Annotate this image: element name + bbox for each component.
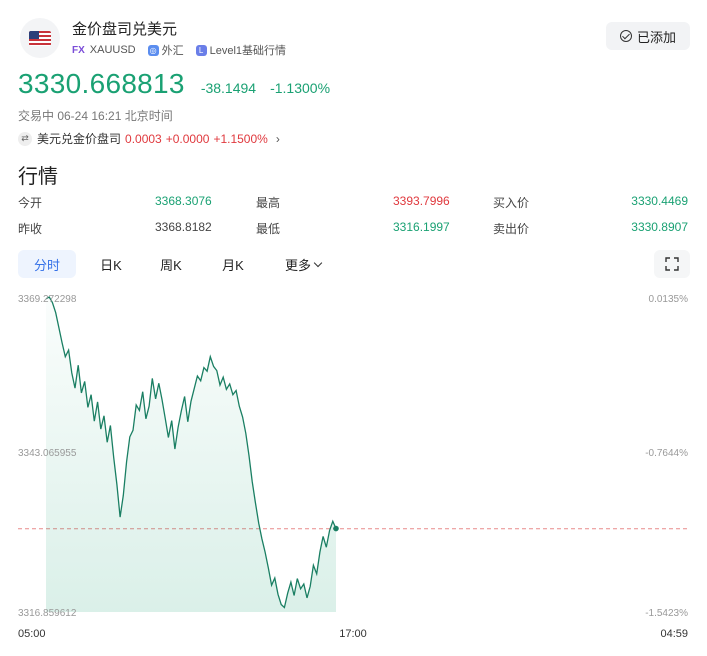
currency-flag-icon [20,18,60,58]
x-label-end: 04:59 [660,628,688,640]
related-change: +0.0000 [165,131,210,146]
x-label-mid: 17:00 [339,628,367,640]
price-area [46,297,336,612]
tab-daily-k[interactable]: 日K [88,250,134,278]
last-price: 3330.668813 [18,68,185,99]
x-label-start: 05:00 [18,628,46,640]
instrument-header: 金价盘司兑美元 FX XAUUSD ◎ 外汇 L Level1基础行情 已添加 [18,14,690,60]
price-change-percent: -1.1300% [270,80,331,96]
tab-intraday[interactable]: 分时 [18,250,76,278]
y-pct-mid: -0.7644% [645,448,688,459]
high-label: 最高 [256,196,281,210]
market-label: 外汇 [161,45,184,57]
fullscreen-button[interactable] [654,250,690,278]
trading-status: 交易中 06-24 16:21 北京时间 [18,109,173,123]
market-icon: ◎ [147,44,159,56]
high-value: 3393.7996 [393,194,450,208]
related-change-percent: +1.1500% [213,131,268,146]
fx-badge: FX [72,44,85,56]
price-row: 3330.668813 -38.1494 -1.1300% [18,68,330,100]
intraday-chart[interactable]: 3369.272298 3343.065955 3316.859612 0.01… [0,286,707,644]
chevron-down-icon [313,258,323,267]
price-change: -38.1494 [200,80,257,96]
open-value: 3368.3076 [155,194,212,208]
bid-label: 买入价 [493,196,530,210]
y-pct-bottom: -1.5423% [645,608,688,619]
tab-more[interactable]: 更多 [274,250,332,278]
y-label-mid: 3343.065955 [18,448,77,459]
level-label: Level1基础行情 [209,45,287,57]
open-label: 今开 [18,196,43,210]
tab-weekly-k[interactable]: 周K [148,250,194,278]
instrument-title: 金价盘司兑美元 [72,21,178,38]
y-label-bottom: 3316.859612 [18,608,77,619]
last-price-dot [333,525,339,532]
section-title: 行情 [18,166,58,188]
y-label-top: 3369.272298 [18,294,77,305]
symbol-code: XAUUSD [89,44,136,56]
watchlist-added-button[interactable]: 已添加 [605,22,690,50]
prev-close-value: 3368.8182 [155,220,212,234]
tab-monthly-k[interactable]: 月K [210,250,256,278]
prev-close-label: 昨收 [18,222,43,236]
related-price: 0.0003 [125,131,162,146]
low-value: 3316.1997 [393,220,450,234]
swap-icon: ⇄ [18,131,32,146]
ask-label: 卖出价 [493,222,530,236]
chevron-right-icon: › [275,131,280,146]
chart-period-tabs: 分时 日K 周K 月K 更多 [18,250,690,278]
related-name: 美元兑金价盘司 [37,132,122,146]
level-icon: L [195,44,207,56]
y-pct-top: 0.0135% [649,294,689,305]
low-label: 最低 [256,222,281,236]
check-circle-icon [619,30,632,42]
instrument-meta: FX XAUUSD ◎ 外汇 L Level1基础行情 [72,42,286,58]
ask-value: 3330.8907 [631,220,688,234]
fullscreen-icon [665,257,679,271]
related-instrument-link[interactable]: ⇄ 美元兑金价盘司 0.0003 +0.0000 +1.1500% › [18,130,280,147]
bid-value: 3330.4469 [631,194,688,208]
